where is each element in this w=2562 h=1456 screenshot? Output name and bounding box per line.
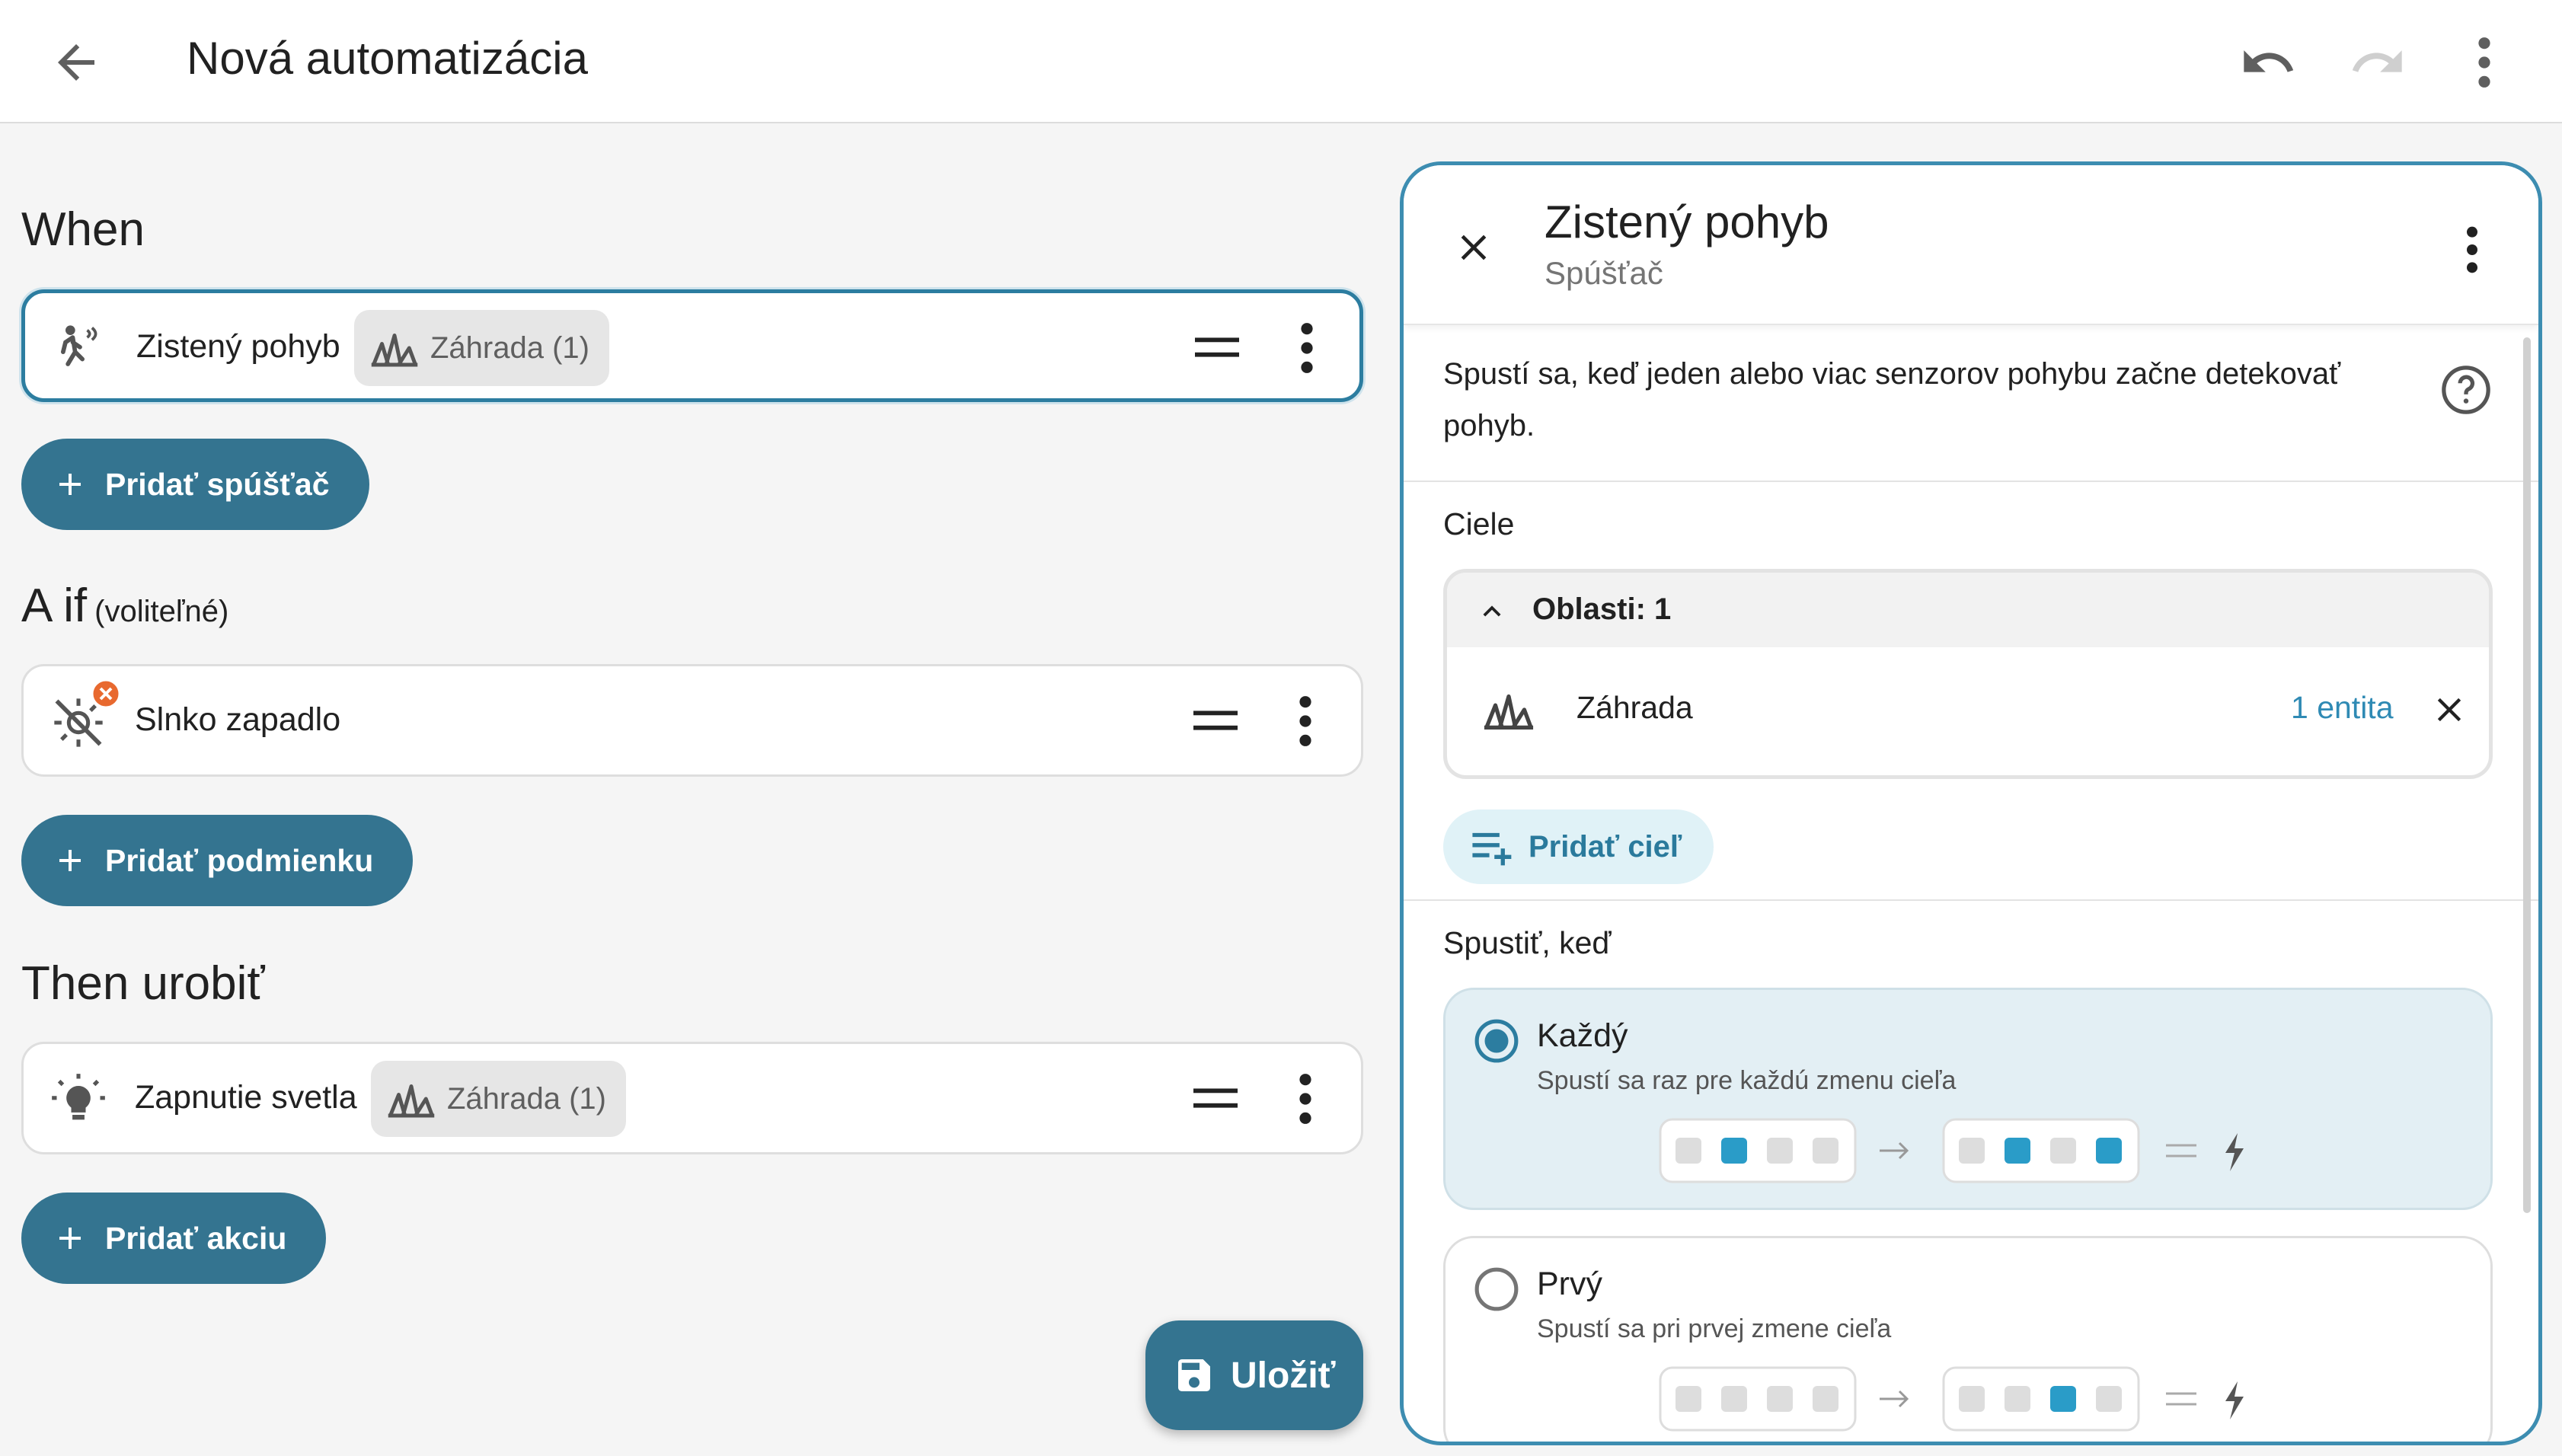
- trigger-illustration: [1659, 1118, 2244, 1183]
- panel-subtitle: Spúšťač: [1545, 255, 1663, 291]
- panel-scrollbar[interactable]: [2523, 337, 2531, 1213]
- dots-vertical-icon[interactable]: [2461, 223, 2484, 276]
- dots-vertical-icon[interactable]: [1294, 1070, 1317, 1128]
- panel-header: Zistený pohyb Spúšťač: [1404, 165, 2538, 325]
- option-name: Každý: [1537, 1017, 1628, 1054]
- trigger-label: Zistený pohyb: [136, 328, 340, 365]
- redo-icon[interactable]: [2349, 34, 2407, 91]
- action-card[interactable]: Zapnutie svetla Záhrada (1): [21, 1042, 1363, 1154]
- trigger-when-label: Spustiť, keď: [1443, 925, 1612, 960]
- optional-hint: (voliteľné): [94, 595, 229, 628]
- remove-target-icon[interactable]: [2429, 690, 2469, 730]
- plus-icon: [59, 474, 81, 495]
- areas-header[interactable]: Oblasti: 1: [1447, 573, 2489, 647]
- add-action-button[interactable]: Pridať akciu: [21, 1193, 327, 1284]
- dots-vertical-icon[interactable]: [1294, 692, 1317, 750]
- divider: [1404, 899, 2538, 901]
- app-header: Nová automatizácia: [0, 0, 2562, 123]
- area-name: Záhrada: [1576, 690, 1693, 725]
- save-button[interactable]: Uložiť: [1145, 1320, 1363, 1430]
- chevron-up-icon: [1483, 605, 1501, 617]
- target-chip[interactable]: Záhrada (1): [371, 1061, 626, 1137]
- floppy-disk-icon: [1178, 1359, 1210, 1391]
- grass-icon: [371, 334, 418, 367]
- error-badge-icon: [91, 679, 121, 709]
- arrow-left-icon[interactable]: [49, 35, 104, 90]
- trigger-illustration: [1659, 1366, 2244, 1432]
- option-description: Spustí sa raz pre každú zmenu cieľa: [1537, 1066, 1957, 1095]
- add-target-label: Pridať cieľ: [1529, 829, 1682, 864]
- if-title: A if: [21, 580, 88, 632]
- drag-handle-icon[interactable]: [1193, 1085, 1238, 1113]
- page-title: Nová automatizácia: [187, 33, 588, 84]
- area-row[interactable]: Záhrada 1 entita: [1447, 647, 2489, 775]
- action-label: Zapnutie svetla: [135, 1079, 357, 1116]
- then-heading: Then urobiť: [21, 957, 265, 1010]
- add-trigger-label: Pridať spúšťač: [105, 466, 330, 502]
- trigger-description: Spustí sa, keď jeden alebo viac senzorov…: [1443, 357, 2341, 442]
- condition-label: Slnko zapadlo: [135, 701, 341, 738]
- lightbulb-icon: [52, 1074, 105, 1120]
- chip-label: Záhrada (1): [430, 330, 589, 365]
- drag-handle-icon[interactable]: [1193, 707, 1238, 735]
- add-condition-label: Pridať podmienku: [105, 842, 374, 878]
- plus-icon: [59, 1228, 81, 1249]
- help-circle-icon[interactable]: [2439, 363, 2493, 417]
- targets-label: Ciele: [1443, 506, 1515, 541]
- add-condition-button[interactable]: Pridať podmienku: [21, 815, 414, 906]
- dots-vertical-icon[interactable]: [2461, 34, 2507, 91]
- radio-checked-icon[interactable]: [1473, 1017, 1520, 1065]
- grass-icon: [1484, 694, 1534, 730]
- playlist-plus-icon: [1472, 832, 1512, 866]
- panel-title: Zistený pohyb: [1545, 196, 1829, 247]
- radio-unchecked-icon[interactable]: [1473, 1266, 1520, 1313]
- option-description: Spustí sa pri prvej zmene cieľa: [1537, 1314, 1892, 1343]
- when-heading: When: [21, 203, 145, 256]
- targets-box: Oblasti: 1 Záhrada 1 entita: [1443, 569, 2493, 779]
- if-heading: A if (voliteľné): [21, 579, 228, 633]
- areas-header-label: Oblasti: 1: [1532, 592, 1672, 626]
- add-target-button[interactable]: Pridať cieľ: [1443, 809, 1714, 884]
- condition-card[interactable]: Slnko zapadlo: [21, 664, 1363, 777]
- add-action-label: Pridať akciu: [105, 1220, 287, 1256]
- option-name: Prvý: [1537, 1266, 1602, 1302]
- entity-count-link[interactable]: 1 entita: [2291, 690, 2394, 726]
- option-first[interactable]: Prvý Spustí sa pri prvej zmene cieľa: [1443, 1236, 2493, 1442]
- divider: [1404, 481, 2538, 482]
- target-chip[interactable]: Záhrada (1): [354, 310, 609, 386]
- drag-handle-icon[interactable]: [1195, 334, 1239, 362]
- trigger-card[interactable]: Zistený pohyb Záhrada (1): [21, 289, 1363, 402]
- grass-icon: [388, 1084, 435, 1118]
- close-icon[interactable]: [1452, 226, 1495, 269]
- dots-vertical-icon[interactable]: [1295, 319, 1318, 377]
- save-label: Uložiť: [1231, 1355, 1336, 1396]
- motion-sensor-icon: [60, 325, 97, 366]
- trigger-editor-panel: Zistený pohyb Spúšťač Spustí sa, keď jed…: [1400, 161, 2542, 1445]
- chip-label: Záhrada (1): [447, 1081, 606, 1116]
- option-each[interactable]: Každý Spustí sa raz pre každú zmenu cieľ…: [1443, 988, 2493, 1210]
- add-trigger-button[interactable]: Pridať spúšťač: [21, 439, 369, 530]
- undo-icon[interactable]: [2239, 34, 2297, 91]
- plus-icon: [59, 850, 81, 871]
